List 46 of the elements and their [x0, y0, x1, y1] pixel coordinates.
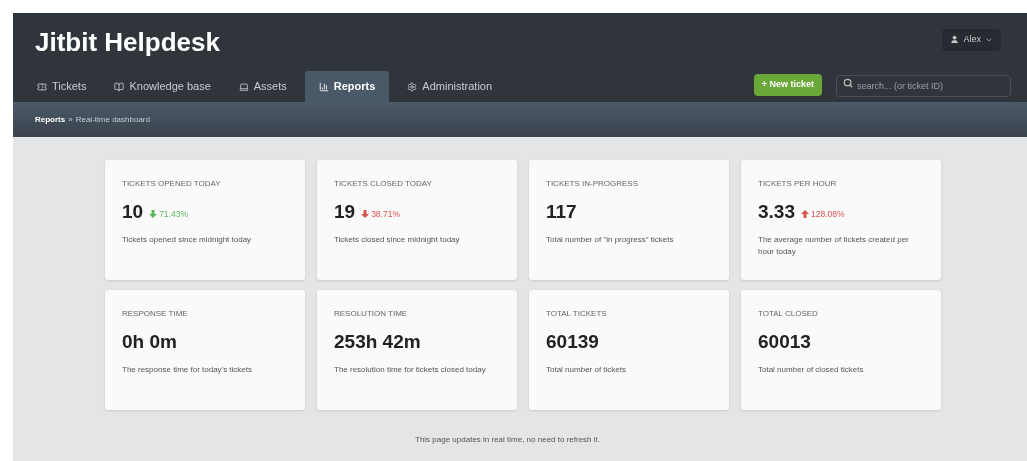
search-field[interactable]: search... (or ticket ID): [836, 75, 1011, 97]
stat-description: Total number of "in progress" tickets: [546, 234, 675, 246]
stat-value: 19: [334, 202, 356, 221]
stat-value: 0h 0m: [122, 332, 177, 351]
stat-title: TICKETS PER HOUR: [758, 180, 838, 188]
stat-value: 60013: [758, 332, 811, 351]
stat-title: TOTAL CLOSED: [758, 310, 819, 318]
trend-percentage: 38.71%: [371, 207, 400, 221]
stat-value: 3.33: [758, 202, 795, 221]
breadcrumb-current: Real-time dashboard: [75, 113, 150, 126]
user-icon: [950, 35, 960, 45]
stat-description: Total number of closed tickets: [758, 364, 865, 376]
ticket-icon: [37, 81, 47, 92]
search-icon: [843, 78, 853, 88]
footer-note: This page updates in real time, no need to refresh it.: [415, 434, 600, 446]
stat-value: 253h 42m: [334, 332, 421, 351]
stat-title: TICKETS IN-PROGRESS: [546, 180, 639, 188]
bar-chart-icon: [318, 81, 329, 92]
nav-tab[interactable]: Reports: [304, 71, 390, 102]
stat-title: TICKETS OPENED TODAY: [122, 180, 222, 188]
book-icon: [114, 81, 125, 92]
nav-tab[interactable]: Administration: [397, 71, 503, 102]
nav-tab[interactable]: Assets: [228, 71, 297, 102]
stat-description: Tickets opened since midnight today: [122, 234, 253, 246]
trend-percentage: 71.43%: [159, 207, 188, 221]
user-menu[interactable]: Alex: [942, 29, 1001, 51]
stat-value: 10: [122, 202, 144, 221]
stat-title: TICKETS CLOSED TODAY: [334, 180, 433, 188]
breadcrumb-separator: »: [68, 113, 73, 126]
stat-value: 60139: [546, 332, 599, 351]
stat-description: The resolution time for tickets closed today: [334, 364, 487, 376]
laptop-icon: [238, 81, 249, 92]
stat-value: 117: [546, 202, 577, 221]
stat-description: Total number of tickets: [546, 364, 628, 376]
stat-title: RESPONSE TIME: [122, 310, 189, 318]
app-title: Jitbit Helpdesk: [35, 29, 220, 55]
stat-description: The response time for today's tickets: [122, 364, 254, 376]
stat-title: TOTAL TICKETS: [546, 310, 608, 318]
stat-description: Tickets closed since midnight today: [334, 234, 461, 246]
breadcrumb-link[interactable]: Reports: [35, 113, 66, 126]
settings-icon: [407, 81, 418, 92]
trend-percentage: 128.08%: [811, 207, 845, 221]
stat-title: RESOLUTION TIME: [334, 310, 409, 318]
nav-tab[interactable]: Tickets: [27, 71, 97, 102]
nav-tab[interactable]: Knowledge base: [104, 71, 221, 102]
stat-description: The average number of tickets created per hour today: [758, 234, 910, 258]
